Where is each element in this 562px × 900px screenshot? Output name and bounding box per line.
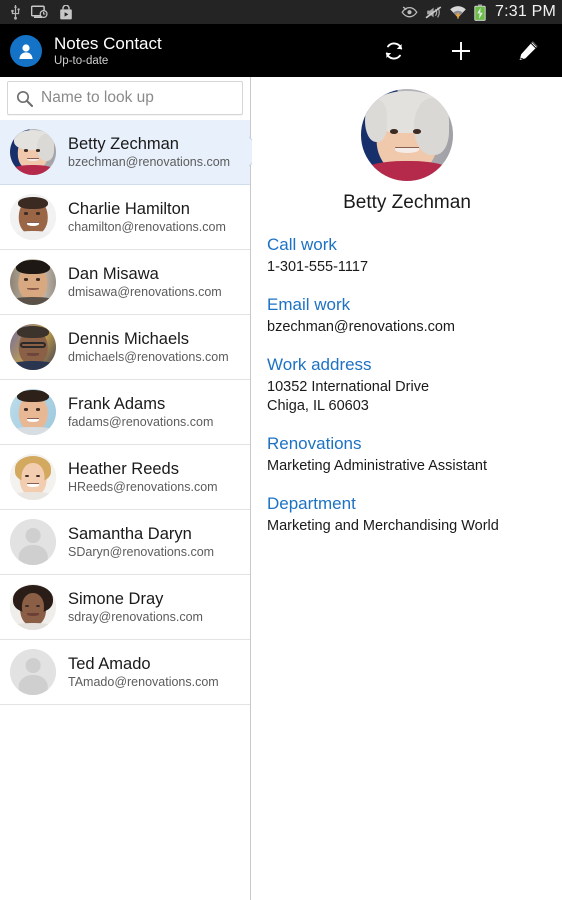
action-bar-buttons (380, 37, 548, 65)
action-bar: Notes Contact Up-to-date (0, 24, 562, 77)
app-title: Notes Contact (54, 33, 162, 53)
contact-list-item-text: Samantha Daryn SDaryn@renovations.com (68, 524, 214, 560)
contact-list-item-text: Frank Adams fadams@renovations.com (68, 394, 213, 430)
contact-list-item[interactable]: Charlie Hamilton chamilton@renovations.co… (0, 185, 250, 250)
contact-avatar (10, 194, 56, 240)
contact-list: Betty Zechman bzechman@renovations.com Cha… (0, 120, 250, 705)
app-root: 7:31 PM Notes Contact Up-to-date Name to… (0, 0, 562, 900)
refresh-button[interactable] (380, 37, 408, 65)
contact-field-value: Marketing Administrative Assistant (267, 458, 488, 474)
contact-list-item-text: Dan Misawa dmisawa@renovations.com (68, 264, 222, 300)
contact-field-value: 10352 International Drive Chiga, IL 6060… (267, 379, 430, 414)
contact-list-item[interactable]: Samantha Daryn SDaryn@renovations.com (0, 510, 250, 575)
search-icon (16, 90, 34, 107)
mute-vibrate-off-icon (425, 5, 442, 18)
action-bar-titles: Notes Contact Up-to-date (54, 34, 162, 68)
status-bar-clock: 7:31 PM (495, 3, 556, 20)
contact-detail: Betty Zechman Call work 1-301-555-1117 Ema… (252, 77, 562, 536)
contact-field-value: Marketing and Merchandising World (267, 518, 499, 534)
contact-list-item-text: Heather Reeds HReeds@renovations.com (68, 459, 218, 495)
contact-list-item[interactable]: Heather Reeds HReeds@renovations.com (0, 445, 250, 510)
contact-avatar (10, 324, 56, 370)
eye-blocked-icon (401, 6, 418, 18)
edit-button[interactable] (514, 37, 542, 65)
contact-field: Call work 1-301-555-1117 (267, 234, 562, 277)
contact-list-item-name: Simone Dray (68, 590, 164, 608)
contact-field-value: 1-301-555-1117 (267, 259, 369, 275)
play-store-icon (60, 4, 72, 19)
contact-list-item[interactable]: Frank Adams fadams@renovations.com (0, 380, 250, 445)
sync-status-text: Up-to-date (54, 54, 109, 67)
status-bar-right-icons: 7:31 PM (401, 3, 556, 21)
status-bar: 7:31 PM (0, 0, 562, 24)
contact-avatar (10, 389, 56, 435)
contact-list-item-email: TAmado@renovations.com (68, 675, 219, 689)
search-box[interactable] (7, 81, 243, 115)
pencil-icon (519, 41, 538, 60)
contact-field-label[interactable]: Email work (267, 294, 562, 316)
contact-list-item[interactable]: Dennis Michaels dmichaels@renovations.com (0, 315, 250, 380)
status-bar-left-icons (10, 4, 73, 20)
contact-name: Betty Zechman (343, 192, 471, 213)
contact-avatar (10, 519, 56, 565)
contact-list-item-text: Ted Amado TAmado@renovations.com (68, 654, 219, 690)
usb-icon (11, 5, 20, 20)
main-content: Betty Zechman bzechman@renovations.com Cha… (0, 77, 562, 900)
contact-field: Department Marketing and Merchandising Wo… (267, 493, 562, 536)
contact-list-item[interactable]: Ted Amado TAmado@renovations.com (0, 640, 250, 705)
contact-field: Work address 10352 International Drive Ch… (267, 354, 562, 416)
contact-field-label[interactable]: Work address (267, 354, 562, 376)
contact-field-label[interactable]: Call work (267, 234, 562, 256)
contact-field-label[interactable]: Renovations (267, 433, 562, 455)
contact-list-pane: Betty Zechman bzechman@renovations.com Cha… (0, 77, 251, 900)
search-input[interactable] (41, 89, 234, 107)
search-area (0, 77, 250, 115)
contact-field: Renovations Marketing Administrative Assi… (267, 433, 562, 476)
contact-list-item-text: Dennis Michaels dmichaels@renovations.com (68, 329, 229, 365)
app-icon (10, 34, 42, 67)
contact-list-item[interactable]: Simone Dray sdray@renovations.com (0, 575, 250, 640)
contact-avatar (10, 454, 56, 500)
contact-list-item-name: Dennis Michaels (68, 330, 190, 348)
wifi-icon (450, 6, 466, 19)
contact-list-item-text: Betty Zechman bzechman@renovations.com (68, 134, 230, 170)
contact-field-value: bzechman@renovations.com (267, 319, 456, 335)
add-button[interactable] (447, 37, 475, 65)
contact-list-item[interactable]: Dan Misawa dmisawa@renovations.com (0, 250, 250, 315)
person-icon (19, 43, 33, 59)
contact-list-item-email: bzechman@renovations.com (68, 155, 231, 169)
contact-avatar (10, 584, 56, 630)
contact-detail-pane: Betty Zechman Call work 1-301-555-1117 Ema… (252, 77, 562, 900)
contact-list-item-name: Frank Adams (68, 395, 166, 413)
contact-list-item-text: Charlie Hamilton chamilton@renovations.co… (68, 199, 226, 235)
contact-list-item-name: Samantha Daryn (68, 525, 192, 543)
contact-field-label[interactable]: Department (267, 493, 562, 515)
contact-avatar (10, 129, 56, 175)
contact-list-item-email: dmichaels@renovations.com (68, 350, 229, 364)
contact-list-item-name: Dan Misawa (68, 265, 159, 283)
plus-icon (452, 41, 470, 60)
contact-list-item-email: HReeds@renovations.com (68, 480, 218, 494)
contact-list-item-name: Ted Amado (68, 655, 151, 673)
refresh-icon (385, 42, 403, 59)
contact-avatar (361, 89, 453, 181)
contact-list-item-text: Simone Dray sdray@renovations.com (68, 589, 203, 625)
contact-list-item-name: Betty Zechman (68, 135, 179, 153)
contact-field: Email work bzechman@renovations.com (267, 294, 562, 337)
contact-avatar (10, 259, 56, 305)
contact-list-item-email: fadams@renovations.com (68, 415, 214, 429)
contact-list-item-name: Charlie Hamilton (68, 200, 190, 218)
contact-list-item-email: SDaryn@renovations.com (68, 545, 215, 559)
contact-avatar (10, 649, 56, 695)
contact-list-item-email: sdray@renovations.com (68, 610, 203, 624)
battery-charging-icon (474, 3, 486, 21)
contact-list-item[interactable]: Betty Zechman bzechman@renovations.com (0, 120, 250, 185)
contact-list-item-email: dmisawa@renovations.com (68, 285, 222, 299)
contact-fields: Call work 1-301-555-1117 Email work bzechma… (252, 234, 562, 536)
contact-list-item-name: Heather Reeds (68, 460, 179, 478)
contact-list-item-email: chamilton@renovations.com (68, 220, 226, 234)
screen-timeout-icon (31, 5, 48, 18)
